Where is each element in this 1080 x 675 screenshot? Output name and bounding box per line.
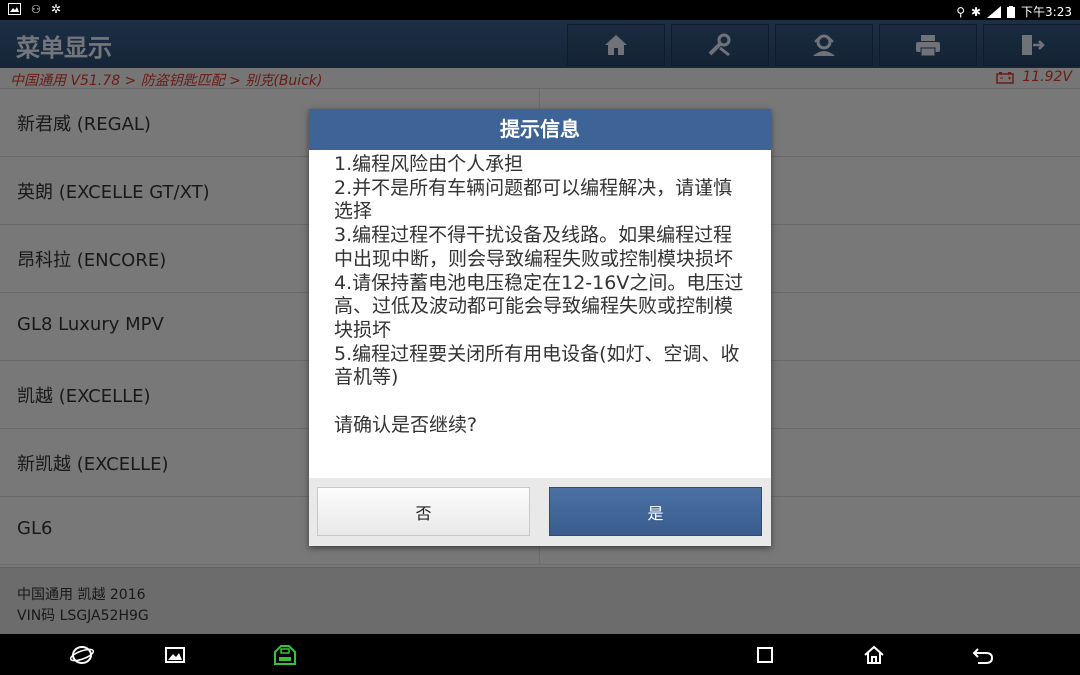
dialog-line: 2.并不是所有车辆问题都可以编程解决，请谨慎选择 [334,176,733,223]
back-button[interactable] [969,642,997,668]
dialog-line: 1.编程风险由个人承担 [334,153,524,175]
browser-button[interactable] [68,642,96,668]
home-nav-icon [864,645,884,664]
gallery-button[interactable] [161,642,189,668]
dialog-title: 提示信息 [309,109,771,150]
clock: 下午3:23 [1021,5,1072,19]
android-navigation-bar [0,634,1080,675]
confirm-dialog: 提示信息 1.编程风险由个人承担 2.并不是所有车辆问题都可以编程解决，请谨慎选… [309,109,771,546]
vci-connector-icon [274,645,296,665]
location-icon: ⚲ [956,4,965,19]
image-notification-icon [8,3,21,15]
battery-icon [1007,5,1016,18]
recent-apps-button[interactable] [751,642,779,668]
gallery-icon [165,647,185,663]
back-icon [972,648,994,664]
dialog-message: 1.编程风险由个人承担 2.并不是所有车辆问题都可以编程解决，请谨慎选择 3.编… [334,153,749,438]
vci-button[interactable] [271,642,299,668]
usb-debug-icon: ⚇ [31,2,41,16]
browser-icon [69,646,95,664]
yes-button[interactable]: 是 [549,487,762,536]
bluetooth-icon: ✱ [970,4,982,19]
dialog-line: 5.编程过程要关闭所有用电设备(如灯、空调、收音机等) [334,342,740,389]
home-nav-button[interactable] [860,642,888,668]
dialog-button-bar: 否 是 [309,478,771,546]
status-bar: ⚇ ✲ ⚲ ✱ 下午3:23 [0,0,1080,20]
signal-icon [987,5,1002,18]
android-debug-icon: ✲ [50,2,61,16]
dialog-line: 4.请保持蓄电池电压稳定在12-16V之间。电压过高、过低及波动都可能会导致编程… [334,271,744,341]
recent-apps-icon [757,647,773,663]
dialog-question: 请确认是否继续? [334,414,478,437]
dialog-line: 3.编程过程不得干扰设备及线路。如果编程过程中出现中断，则会导致编程失败或控制模… [334,224,734,270]
no-button[interactable]: 否 [317,487,530,536]
